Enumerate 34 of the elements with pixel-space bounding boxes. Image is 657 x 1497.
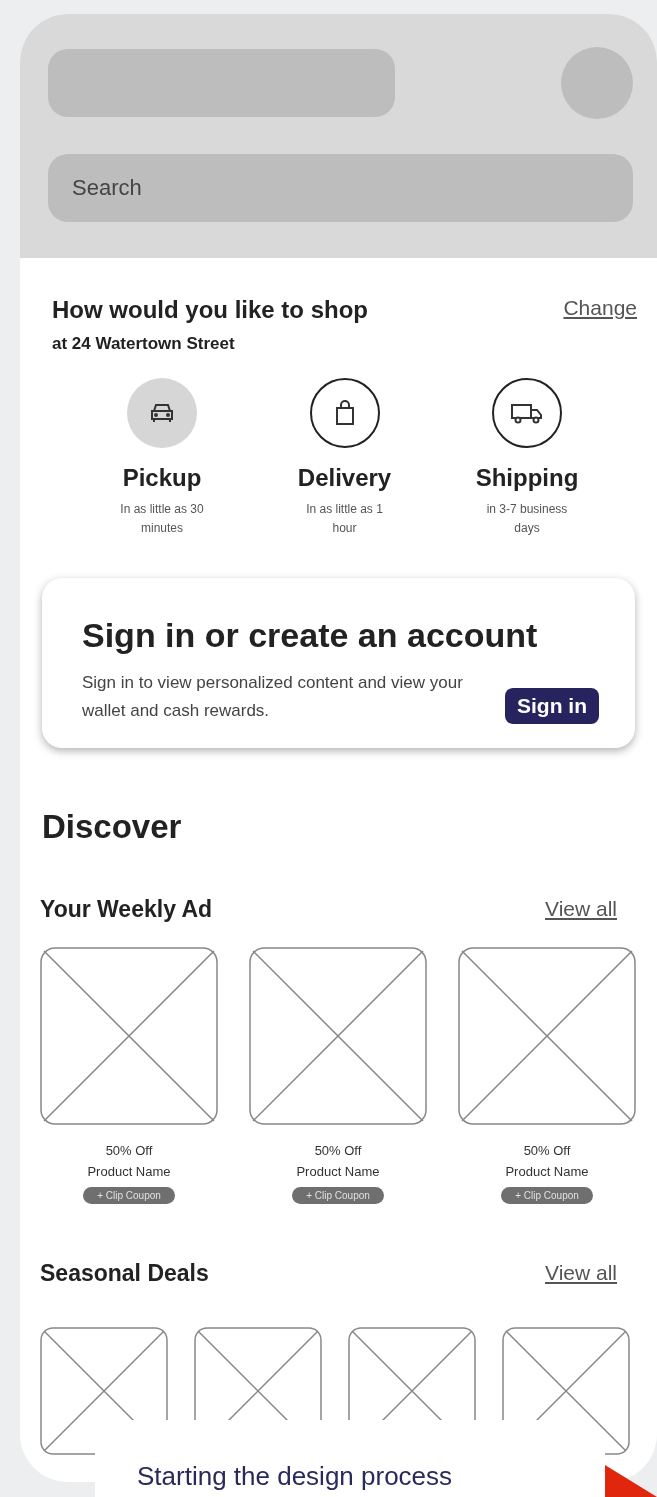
change-link[interactable]: Change	[563, 296, 637, 320]
mode-note: in 3-7 business days	[485, 501, 569, 538]
discount-text: 50% Off	[523, 1142, 571, 1158]
card-text: Sign in to view personalized content and view your wallet and cash rewards.	[82, 672, 464, 722]
mode-label: Shipping	[475, 464, 579, 492]
view-all-link[interactable]: View all	[545, 1261, 617, 1286]
pointer-icon	[605, 1465, 657, 1497]
caption-title: Starting the design process	[137, 1462, 454, 1491]
discover-title: Discover	[42, 807, 183, 846]
section-title: Your Weekly Ad	[40, 895, 213, 923]
card-title: Sign in or create an account	[82, 616, 539, 656]
product-name: Product Name	[296, 1163, 380, 1179]
mode-note: In as little as 30 minutes	[119, 501, 205, 538]
clip-coupon-button[interactable]: + Clip Coupon	[83, 1186, 175, 1204]
mode-button[interactable]	[309, 378, 380, 448]
shopping-bag-icon	[333, 400, 356, 426]
sign-in-button[interactable]: Sign in	[505, 687, 599, 724]
mode-note: In as little as 1 hour	[305, 501, 384, 538]
mode-label: Delivery	[297, 464, 392, 492]
view-all-link[interactable]: View all	[545, 897, 617, 922]
search-field[interactable]: Search	[48, 154, 633, 222]
store-address: at 24 Watertown Street	[52, 334, 236, 354]
discount-text: 50% Off	[314, 1142, 362, 1158]
shop-title: How would you like to shop	[52, 296, 368, 324]
clip-coupon-button[interactable]: + Clip Coupon	[292, 1186, 384, 1204]
truck-icon	[510, 401, 544, 425]
product-name: Product Name	[505, 1163, 589, 1179]
clip-coupon-button[interactable]: + Clip Coupon	[501, 1186, 593, 1204]
mode-label: Pickup	[122, 464, 202, 492]
car-icon	[149, 402, 175, 424]
product-name: Product Name	[87, 1163, 171, 1179]
section-title: Seasonal Deals	[40, 1259, 209, 1287]
discount-text: 50% Off	[105, 1142, 153, 1158]
mode-button[interactable]	[492, 378, 562, 448]
